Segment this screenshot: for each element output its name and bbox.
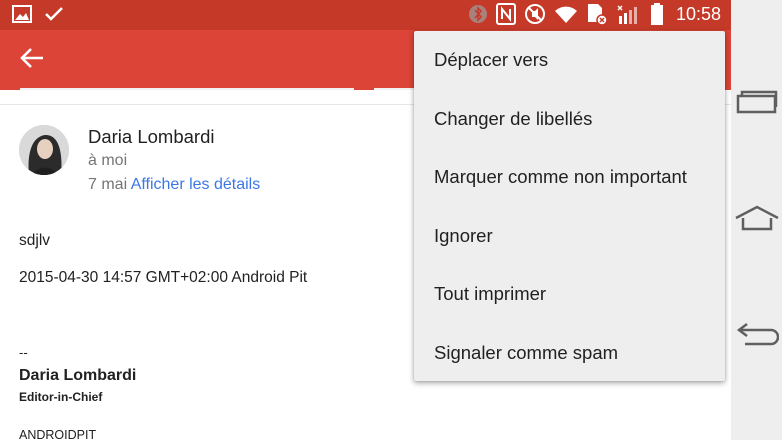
home-icon	[734, 204, 780, 237]
back-button[interactable]	[12, 40, 52, 80]
home-button[interactable]	[734, 200, 780, 240]
wifi-icon	[554, 4, 578, 24]
menu-item-change-labels[interactable]: Changer de libellés	[414, 90, 725, 149]
system-back-button[interactable]	[734, 316, 780, 356]
back-icon	[735, 320, 780, 353]
sim-icon	[586, 2, 608, 26]
battery-icon	[650, 2, 664, 26]
recent-apps-icon	[736, 89, 778, 120]
date-line: 7 mai Afficher les détails	[88, 176, 260, 194]
bluetooth-icon	[468, 2, 488, 26]
menu-item-report-spam[interactable]: Signaler comme spam	[414, 324, 725, 383]
signature-name: Daria Lombardi	[19, 367, 137, 384]
navigation-bar	[731, 0, 782, 440]
clock: 10:58	[675, 3, 721, 24]
image-icon	[12, 5, 32, 23]
menu-item-mark-not-important[interactable]: Marquer comme non important	[414, 148, 725, 207]
sender-name: Daria Lombardi	[88, 126, 215, 147]
menu-item-mute[interactable]: Ignorer	[414, 207, 725, 266]
arrow-back-icon	[19, 46, 45, 75]
recent-apps-button[interactable]	[734, 84, 780, 124]
mute-icon	[524, 3, 546, 25]
signature-role: Editor-in-Chief	[19, 390, 103, 404]
nfc-icon	[495, 3, 516, 25]
signature-dash: --	[19, 345, 28, 360]
check-icon	[44, 6, 64, 22]
email-date: 7 mai	[88, 176, 128, 193]
recipient-line: à moi	[88, 152, 128, 169]
body-line: sdjlv	[19, 232, 51, 249]
signal-icon	[616, 2, 642, 26]
body-line: 2015-04-30 14:57 GMT+02:00 Android Pit	[19, 269, 308, 286]
status-bar: 10:58	[0, 0, 731, 30]
menu-item-move-to[interactable]: Déplacer vers	[414, 31, 725, 90]
overflow-menu: Déplacer vers Changer de libellés Marque…	[414, 31, 725, 381]
avatar[interactable]	[19, 125, 69, 175]
show-details-link[interactable]: Afficher les détails	[131, 176, 261, 193]
menu-item-print-all[interactable]: Tout imprimer	[414, 265, 725, 324]
